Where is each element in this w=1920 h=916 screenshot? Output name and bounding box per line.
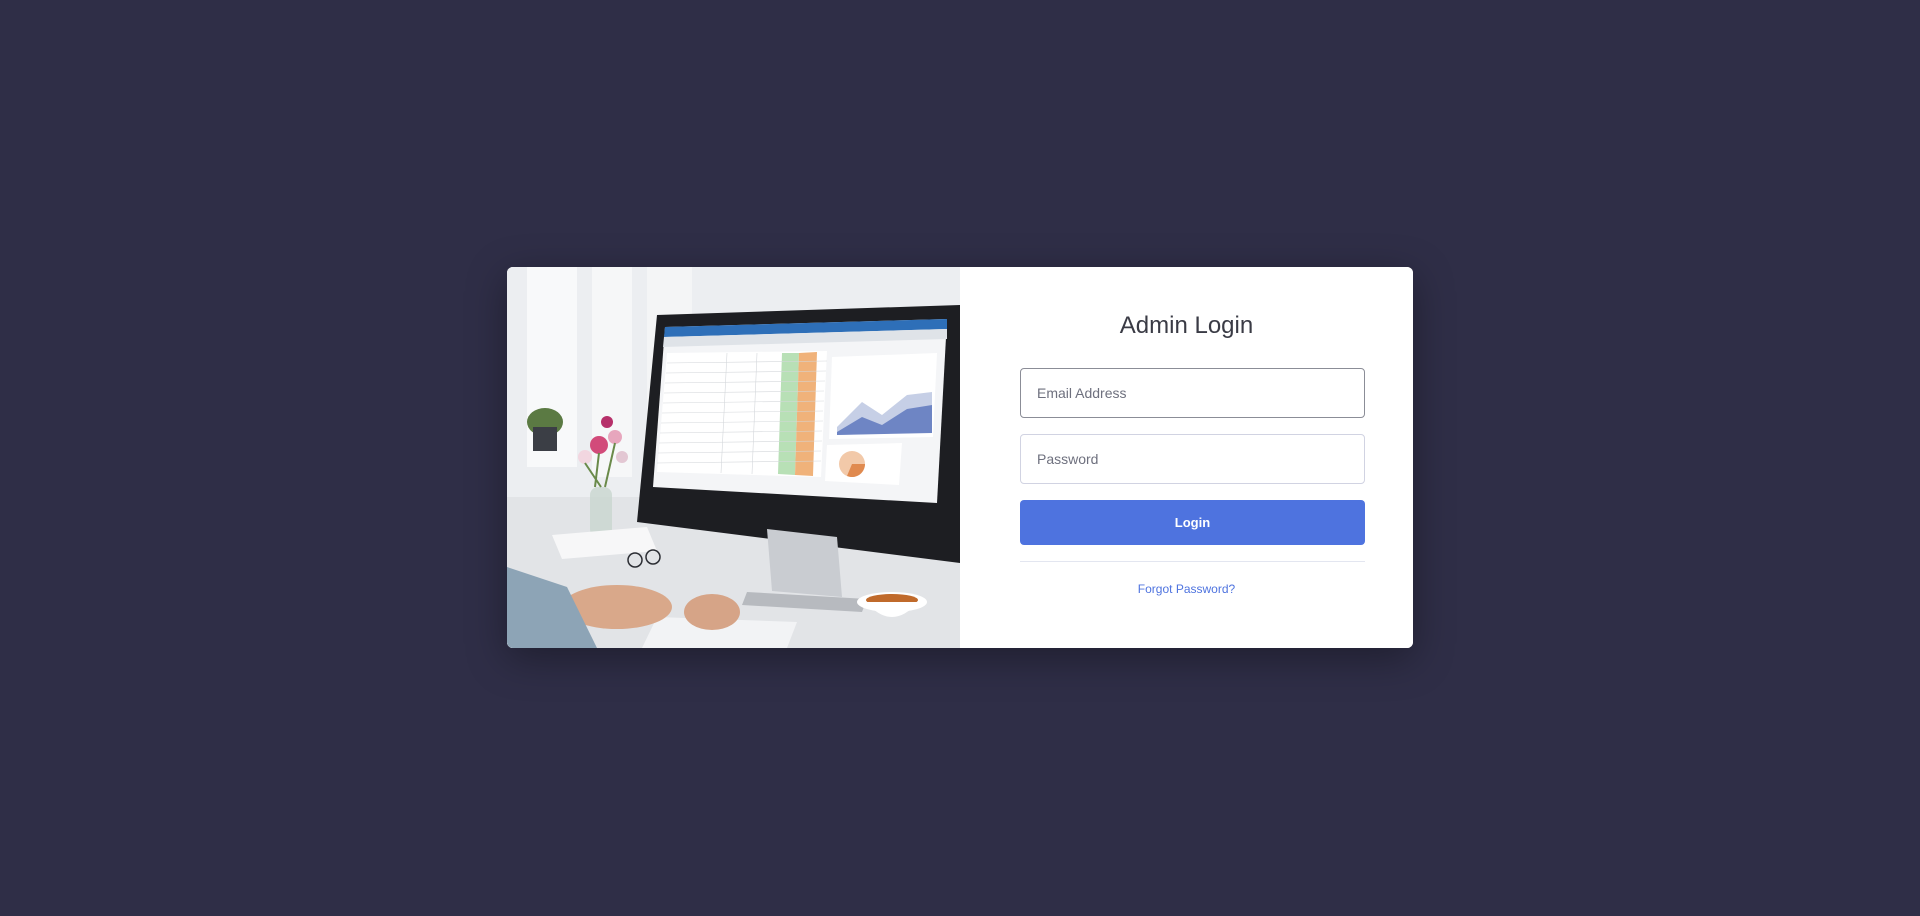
password-field[interactable] [1020,434,1365,484]
login-button[interactable]: Login [1020,500,1365,545]
login-card: Admin Login Login Forgot Password? [507,267,1413,648]
form-divider [1020,561,1365,562]
forgot-password-link[interactable]: Forgot Password? [960,582,1413,596]
office-illustration [507,267,960,648]
email-field[interactable] [1020,368,1365,418]
login-form-panel: Admin Login Login Forgot Password? [960,267,1413,648]
page-title: Admin Login [1119,312,1254,339]
